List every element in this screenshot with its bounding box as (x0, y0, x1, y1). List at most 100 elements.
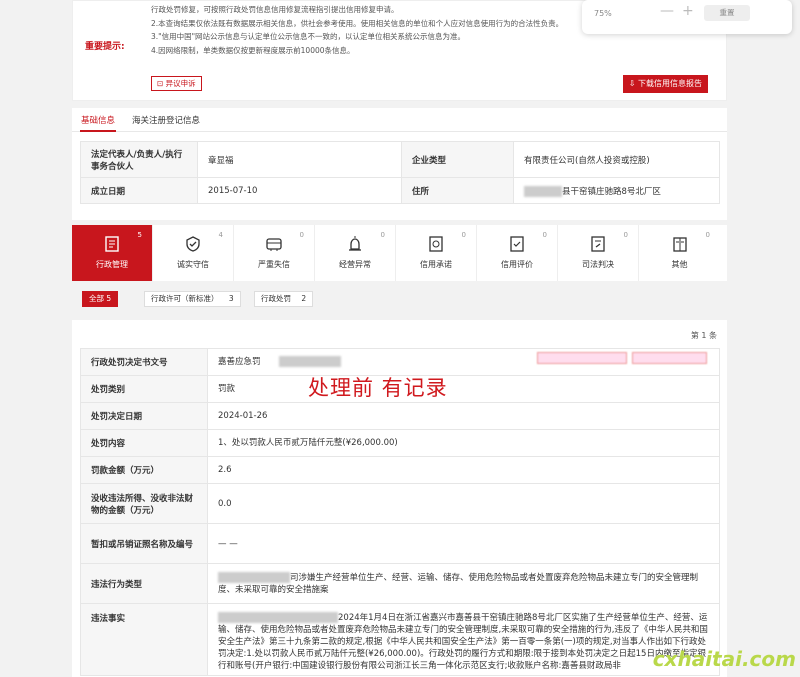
table-key: 罚款金额（万元） (80, 456, 208, 484)
category-count: 4 (218, 231, 223, 239)
category-count: 0 (461, 231, 466, 239)
category-count: 0 (380, 231, 385, 239)
table-value: 罚款 (207, 375, 720, 403)
table-key: 成立日期 (80, 177, 198, 204)
category-evaluation[interactable]: 0 信用评价 (477, 225, 558, 281)
honesty-icon (186, 236, 200, 252)
admin-icon (105, 236, 119, 252)
chip-admin-penalty[interactable]: 行政处罚 2 (254, 291, 314, 307)
table-value: 司涉嫌生产经营单位生产、经营、运输、储存、使用危险物品或者处置废弃危险物品未建立… (207, 563, 720, 604)
info-tabs: 基础信息 海关注册登记信息 (72, 108, 727, 132)
redacted-block (218, 571, 290, 583)
notice-line: 3."信用中国"网站公示信息与认定单位公示信息不一致的，以认定单位相关系统公示信… (151, 32, 466, 41)
site-watermark: cxhaitai.com (652, 647, 796, 671)
category-label: 经营异常 (339, 260, 371, 269)
evaluation-icon (510, 236, 524, 252)
table-row: 没收违法所得、没收非法财物的金额（万元） 0.0 (80, 483, 720, 524)
category-label: 其他 (671, 260, 688, 269)
category-tabs: 5 行政管理 4 诚实守信 0 严重失信 0 经营异常 0 信用承诺 0 信用评… (72, 225, 727, 281)
zoom-reset-button[interactable]: 重置 (704, 5, 750, 21)
annotation-overlay: 处理前 有记录 (308, 376, 448, 400)
table-value: 2024年1月4日在浙江省嘉兴市嘉善县干窑镇庄驰路8号北厂区实施了生产经营单位生… (207, 603, 720, 676)
notice-lines: 行政处罚修复，可按照行政处罚信息信用修复流程指引提出信用修复申请。 2.本查询结… (151, 3, 591, 57)
other-icon (672, 237, 687, 252)
table-value: — — (207, 523, 720, 564)
table-row: 处罚内容 1、处以罚款人民币贰万陆仟元整(¥26,000.00) (80, 429, 720, 457)
zoom-widget: 75% — + 重置 (582, 0, 792, 34)
table-key: 法定代表人/负责人/执行事务合伙人 (80, 141, 198, 178)
table-row: 违法行为类型 司涉嫌生产经营单位生产、经营、运输、储存、使用危险物品或者处置废弃… (80, 563, 720, 604)
category-count: 0 (299, 231, 304, 239)
category-label: 行政管理 (96, 260, 128, 269)
category-abnormal[interactable]: 0 经营异常 (315, 225, 396, 281)
filter-chips: 全部 5 行政许可（新标准） 3 行政处罚 2 (72, 285, 727, 315)
category-commitment[interactable]: 0 信用承诺 (396, 225, 477, 281)
category-count: 0 (705, 231, 710, 239)
category-admin[interactable]: 5 行政管理 (72, 225, 153, 281)
table-value: 1、处以罚款人民币贰万陆仟元整(¥26,000.00) (207, 429, 720, 457)
abnormal-icon (349, 236, 361, 251)
notice-line: 2.本查询结果仅依法既有数据展示相关信息，供社会参考使用。使用相关信息的单位和个… (151, 18, 564, 28)
redacted-block (279, 356, 342, 367)
active-tab-underline (80, 130, 116, 132)
notice-line: 行政处罚修复，可按照行政处罚信息信用修复流程指引提出信用修复申请。 (151, 5, 399, 14)
table-value: 有限责任公司(自然人投资或控股) (513, 141, 720, 178)
table-key: 违法行为类型 (80, 563, 208, 604)
redacted-block (218, 612, 338, 623)
chip-admin-license[interactable]: 行政许可（新标准） 3 (144, 291, 241, 307)
table-key: 违法事实 (80, 603, 208, 676)
appeal-icon: ⊡ (157, 79, 166, 88)
table-row: 成立日期 2015-07-10 住所 县干窑镇庄驰路8号北厂区 (80, 177, 720, 204)
judgment-icon (591, 236, 605, 252)
table-key: 企业类型 (401, 141, 514, 178)
table-value: 章显福 (197, 141, 402, 178)
table-key: 处罚内容 (80, 429, 208, 457)
table-row: 法定代表人/负责人/执行事务合伙人 章显福 企业类型 有限责任公司(自然人投资或… (80, 141, 720, 178)
table-value: 0.0 (207, 483, 720, 524)
chip-all[interactable]: 全部 5 (82, 291, 119, 307)
category-count: 0 (623, 231, 628, 239)
redacted-block (632, 352, 707, 364)
category-judgment[interactable]: 0 司法判决 (558, 225, 639, 281)
tab-customs-registration[interactable]: 海关注册登记信息 (132, 114, 200, 126)
table-row: 罚款金额（万元） 2.6 (80, 456, 720, 484)
category-serious-breach[interactable]: 0 严重失信 (234, 225, 315, 281)
download-report-button[interactable]: ⇩ 下载信用信息报告 (622, 75, 708, 93)
table-key: 处罚类别 (80, 375, 208, 403)
tab-basic-info[interactable]: 基础信息 (81, 114, 115, 126)
table-row: 暂扣或吊销证照名称及编号 — — (80, 523, 720, 564)
redacted-block (537, 352, 627, 364)
table-value: 2024-01-26 (207, 402, 720, 430)
category-count: 5 (137, 231, 142, 239)
basic-info-panel: 基础信息 海关注册登记信息 法定代表人/负责人/执行事务合伙人 章显福 企业类型… (72, 108, 727, 220)
notice-label: 重要提示: (85, 42, 125, 52)
table-row: 违法事实 2024年1月4日在浙江省嘉兴市嘉善县干窑镇庄驰路8号北厂区实施了生产… (80, 603, 720, 676)
address-value: 县干窑镇庄驰路8号北厂区 (513, 177, 720, 204)
table-key: 处罚决定日期 (80, 402, 208, 430)
category-label: 严重失信 (258, 260, 290, 269)
category-count: 0 (542, 231, 547, 239)
zoom-level: 75% (594, 9, 612, 18)
category-label: 信用承诺 (420, 260, 452, 269)
zoom-in-button[interactable]: + (682, 3, 694, 19)
download-icon: ⇩ (628, 79, 638, 88)
category-label: 信用评价 (501, 260, 533, 269)
table-key: 住所 (401, 177, 514, 204)
appeal-button[interactable]: ⊡ 异议申诉 (151, 76, 202, 91)
category-other[interactable]: 0 其他 (639, 225, 720, 281)
table-value: 2015-07-10 (197, 177, 402, 204)
category-label: 司法判决 (582, 260, 614, 269)
zoom-out-button[interactable]: — (660, 3, 674, 19)
category-honesty[interactable]: 4 诚实守信 (153, 225, 234, 281)
category-label: 诚实守信 (177, 260, 209, 269)
record-pager: 第 1 条 (690, 331, 717, 340)
table-key: 暂扣或吊销证照名称及编号 (80, 523, 208, 564)
basic-info-table: 法定代表人/负责人/执行事务合伙人 章显福 企业类型 有限责任公司(自然人投资或… (80, 141, 720, 204)
table-value: 2.6 (207, 456, 720, 484)
commitment-icon (429, 236, 443, 252)
table-key: 没收违法所得、没收非法财物的金额（万元） (80, 483, 208, 524)
redacted-block (524, 185, 562, 197)
table-row: 处罚决定日期 2024-01-26 (80, 402, 720, 430)
serious-breach-icon (266, 238, 282, 251)
table-key: 行政处罚决定书文号 (80, 348, 208, 376)
